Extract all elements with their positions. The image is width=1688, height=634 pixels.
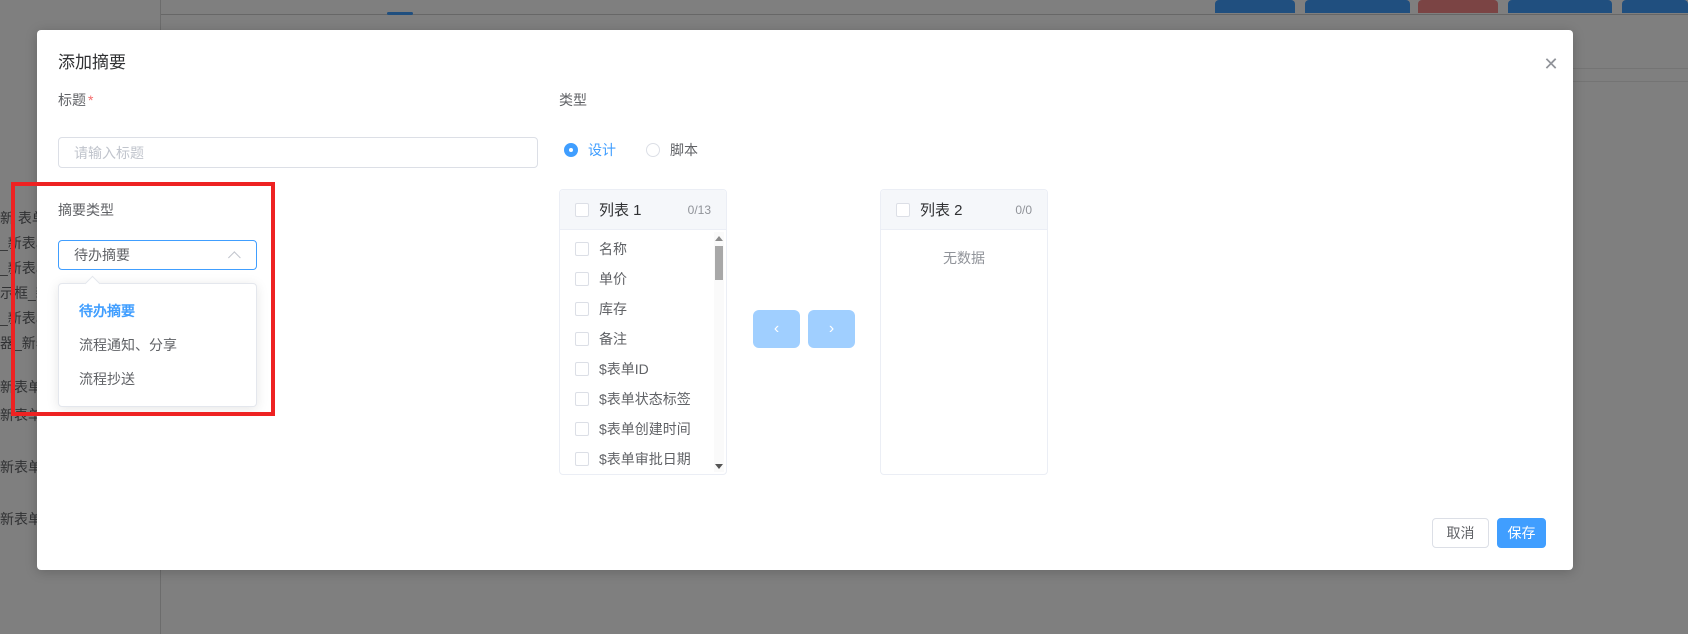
transfer-source-panel: 列表 1 0/13 名称 单价 库存 备注 $表单ID $表单状态标签 $表单创… bbox=[559, 189, 727, 475]
radio-selected-icon bbox=[564, 143, 578, 157]
radio-design[interactable]: 设计 bbox=[564, 140, 616, 160]
required-mark: * bbox=[88, 92, 94, 108]
checkbox[interactable] bbox=[575, 362, 589, 376]
chevron-up-icon bbox=[228, 250, 241, 264]
checkbox[interactable] bbox=[575, 272, 589, 286]
transfer-item[interactable]: 名称 bbox=[560, 234, 726, 264]
title-label-text: 标题 bbox=[58, 92, 86, 108]
dropdown-option-cc[interactable]: 流程抄送 bbox=[59, 362, 256, 396]
scrollbar-thumb[interactable] bbox=[715, 246, 723, 280]
transfer-source-list: 名称 单价 库存 备注 $表单ID $表单状态标签 $表单创建时间 $表单审批日… bbox=[560, 230, 726, 474]
dropdown-option-notify[interactable]: 流程通知、分享 bbox=[59, 328, 256, 362]
dialog-title: 添加摘要 bbox=[58, 53, 126, 72]
transfer-item-label: $表单审批日期 bbox=[599, 451, 691, 467]
transfer-item[interactable]: 备注 bbox=[560, 324, 726, 354]
transfer-item-label: 备注 bbox=[599, 331, 627, 347]
radio-script[interactable]: 脚本 bbox=[646, 140, 698, 160]
transfer-item-label: $表单状态标签 bbox=[599, 391, 691, 407]
checkbox[interactable] bbox=[896, 202, 910, 217]
checkbox[interactable] bbox=[575, 202, 589, 217]
transfer-target-list: 无数据 bbox=[881, 230, 1047, 474]
transfer-item[interactable]: $表单创建时间 bbox=[560, 414, 726, 444]
summary-type-dropdown: 待办摘要 流程通知、分享 流程抄送 bbox=[58, 283, 257, 407]
radio-unselected-icon bbox=[646, 143, 660, 157]
scrollbar[interactable] bbox=[714, 232, 724, 472]
transfer-target-header: 列表 2 0/0 bbox=[881, 190, 1047, 230]
save-button[interactable]: 保存 bbox=[1497, 518, 1546, 548]
transfer-right-button[interactable]: › bbox=[808, 310, 855, 348]
type-field-label: 类型 bbox=[559, 92, 587, 108]
title-input[interactable] bbox=[58, 137, 538, 168]
transfer-item[interactable]: $表单审批日期 bbox=[560, 444, 726, 474]
transfer-item-label: $表单创建时间 bbox=[599, 421, 691, 437]
transfer-item-label: 单价 bbox=[599, 271, 627, 287]
transfer-item[interactable]: 单价 bbox=[560, 264, 726, 294]
summary-type-label: 摘要类型 bbox=[58, 202, 114, 218]
transfer-target-count: 0/0 bbox=[1015, 202, 1032, 217]
screen: 新 表单 _新表单 _新表单 示框_新 _新表单 器_新表 新表单 新表单 新表… bbox=[0, 0, 1688, 634]
radio-label: 设计 bbox=[588, 142, 616, 158]
scroll-up-icon[interactable] bbox=[715, 234, 723, 242]
transfer-target-panel: 列表 2 0/0 无数据 bbox=[880, 189, 1048, 475]
empty-text: 无数据 bbox=[943, 250, 985, 266]
checkbox[interactable] bbox=[575, 392, 589, 406]
checkbox[interactable] bbox=[575, 242, 589, 256]
transfer-target-title: 列表 2 bbox=[920, 202, 963, 219]
type-radio-group: 设计 脚本 bbox=[564, 140, 698, 160]
checkbox[interactable] bbox=[575, 422, 589, 436]
transfer-source-header: 列表 1 0/13 bbox=[560, 190, 726, 230]
scroll-down-icon[interactable] bbox=[715, 462, 723, 470]
transfer-item-label: $表单ID bbox=[599, 361, 649, 377]
title-field-label: 标题 * bbox=[58, 90, 93, 110]
checkbox[interactable] bbox=[575, 452, 589, 466]
cancel-button[interactable]: 取消 bbox=[1432, 518, 1489, 548]
close-icon[interactable]: ✕ bbox=[1537, 50, 1565, 78]
transfer-left-button[interactable]: ‹ bbox=[753, 310, 800, 348]
checkbox[interactable] bbox=[575, 302, 589, 316]
transfer-source-count: 0/13 bbox=[687, 202, 711, 217]
dropdown-option-todo[interactable]: 待办摘要 bbox=[59, 294, 256, 328]
add-summary-dialog: 添加摘要 ✕ 标题* 类型 设计 脚本 摘要类型 待办摘要 待办摘要 流程 bbox=[37, 30, 1573, 570]
transfer-item[interactable]: 库存 bbox=[560, 294, 726, 324]
checkbox[interactable] bbox=[575, 332, 589, 346]
transfer-item-label: 名称 bbox=[599, 241, 627, 257]
summary-type-select[interactable]: 待办摘要 bbox=[58, 240, 257, 270]
summary-type-value: 待办摘要 bbox=[74, 247, 130, 263]
transfer-item[interactable]: $表单状态标签 bbox=[560, 384, 726, 414]
transfer-source-title: 列表 1 bbox=[599, 202, 642, 219]
transfer-item[interactable]: $表单ID bbox=[560, 354, 726, 384]
transfer-item-label: 库存 bbox=[599, 301, 627, 317]
radio-label: 脚本 bbox=[670, 142, 698, 158]
